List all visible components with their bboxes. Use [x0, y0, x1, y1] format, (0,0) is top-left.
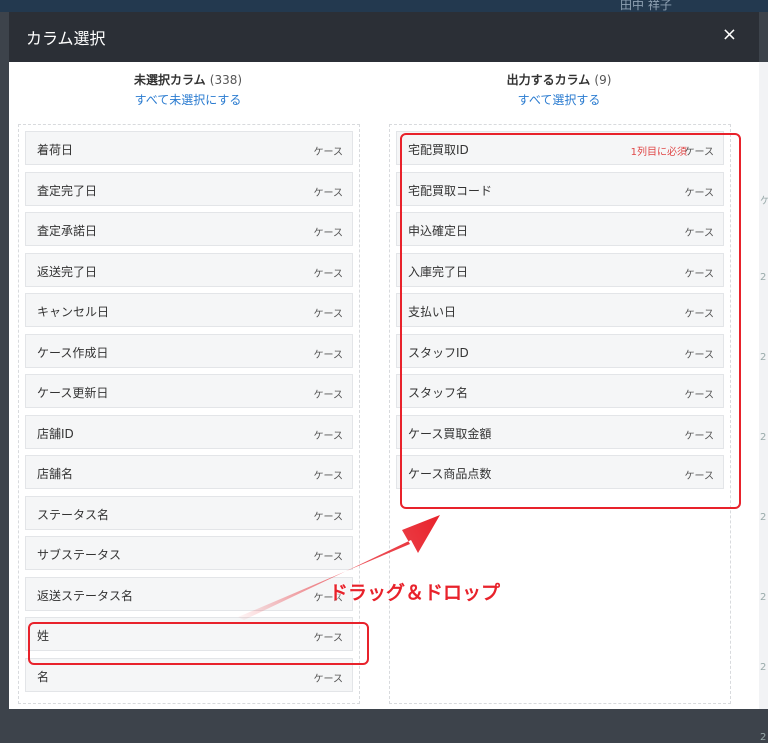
background-mark: 2 [760, 732, 767, 743]
drag-and-drop-label: ドラッグ＆ドロップ [329, 582, 501, 604]
